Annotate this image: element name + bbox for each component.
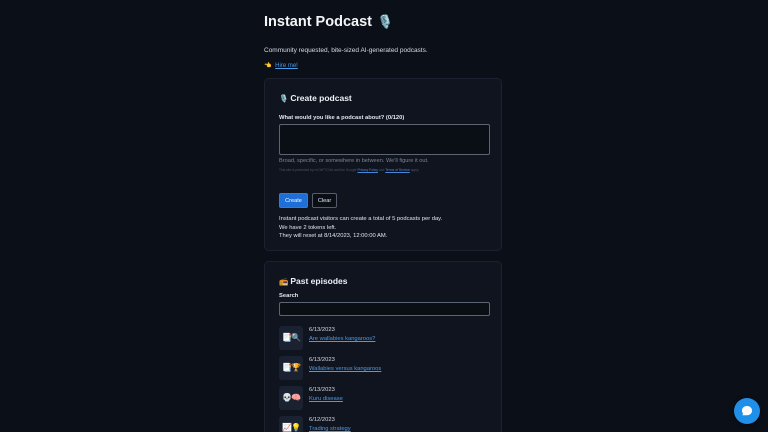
episode-date: 6/12/2023: [309, 417, 335, 423]
hire-me-link[interactable]: Hire me!: [275, 63, 298, 69]
episode-thumbnail: 📈💡: [279, 416, 303, 432]
page-title-text: Instant Podcast: [264, 14, 372, 30]
episode-thumbnail: 📑🔍: [279, 326, 303, 350]
podcast-topic-input[interactable]: [279, 124, 490, 155]
search-input[interactable]: [279, 302, 490, 316]
clear-button[interactable]: Clear: [312, 193, 337, 208]
terms-of-service-link[interactable]: Terms of Service: [385, 168, 410, 172]
create-button[interactable]: Create: [279, 193, 308, 208]
privacy-policy-link[interactable]: Privacy Policy: [357, 168, 378, 172]
episode-link[interactable]: Wallabies versus kangaroos: [309, 366, 381, 372]
episode-date: 6/13/2023: [309, 327, 335, 333]
past-episodes-card: 📻 Past episodes Search 📑🔍 6/13/2023 Are w…: [264, 261, 502, 432]
chat-bubble-icon: [742, 406, 752, 416]
radio-icon: 📻: [279, 277, 289, 286]
list-item: 💀🧠 6/13/2023 Kuru disease: [279, 385, 479, 411]
prompt-hint: Broad, specific, or somewhere in between…: [279, 158, 429, 164]
episode-date: 6/13/2023: [309, 387, 335, 393]
search-label: Search: [279, 293, 299, 299]
token-info-reset: They will reset at 8/14/2023, 12:00:00 A…: [279, 233, 388, 240]
prompt-label: What would you like a podcast about? (0/…: [279, 115, 405, 121]
recaptcha-notice: This site is protected by reCAPTCHA and …: [279, 168, 420, 172]
chat-button[interactable]: [734, 398, 760, 424]
token-info-remaining: We have 2 tokens left.: [279, 224, 337, 231]
past-episodes-heading: 📻 Past episodes: [279, 276, 348, 286]
episode-thumbnail: 💀🧠: [279, 386, 303, 410]
episode-link[interactable]: Are wallabies kangaroos?: [309, 336, 375, 342]
create-podcast-card: 🎙️ Create podcast What would you like a p…: [264, 78, 502, 251]
create-podcast-heading: 🎙️ Create podcast: [279, 93, 352, 103]
microphone-icon: 🎙️: [376, 14, 394, 29]
list-item: 📈💡 6/12/2023 Trading strategy: [279, 415, 479, 432]
page-subtitle: Community requested, bite-sized AI-gener…: [264, 47, 428, 54]
pointing-hand-icon: 👈: [264, 63, 272, 69]
list-item: 📑🏆 6/13/2023 Wallabies versus kangaroos: [279, 355, 479, 381]
episode-thumbnail: 📑🏆: [279, 356, 303, 380]
episode-link[interactable]: Kuru disease: [309, 396, 343, 402]
page: Instant Podcast 🎙️ Community requested, b…: [0, 0, 768, 432]
microphone-icon: 🎙️: [279, 94, 289, 103]
page-title: Instant Podcast 🎙️: [264, 14, 393, 30]
token-info-limit: Instant podcast visitors can create a to…: [279, 216, 443, 222]
episode-link[interactable]: Trading strategy: [309, 426, 351, 432]
hire-me-row: 👈 Hire me!: [264, 62, 298, 69]
token-info: Instant podcast visitors can create a to…: [279, 215, 442, 241]
episode-date: 6/13/2023: [309, 357, 335, 363]
list-item: 📑🔍 6/13/2023 Are wallabies kangaroos?: [279, 325, 479, 351]
